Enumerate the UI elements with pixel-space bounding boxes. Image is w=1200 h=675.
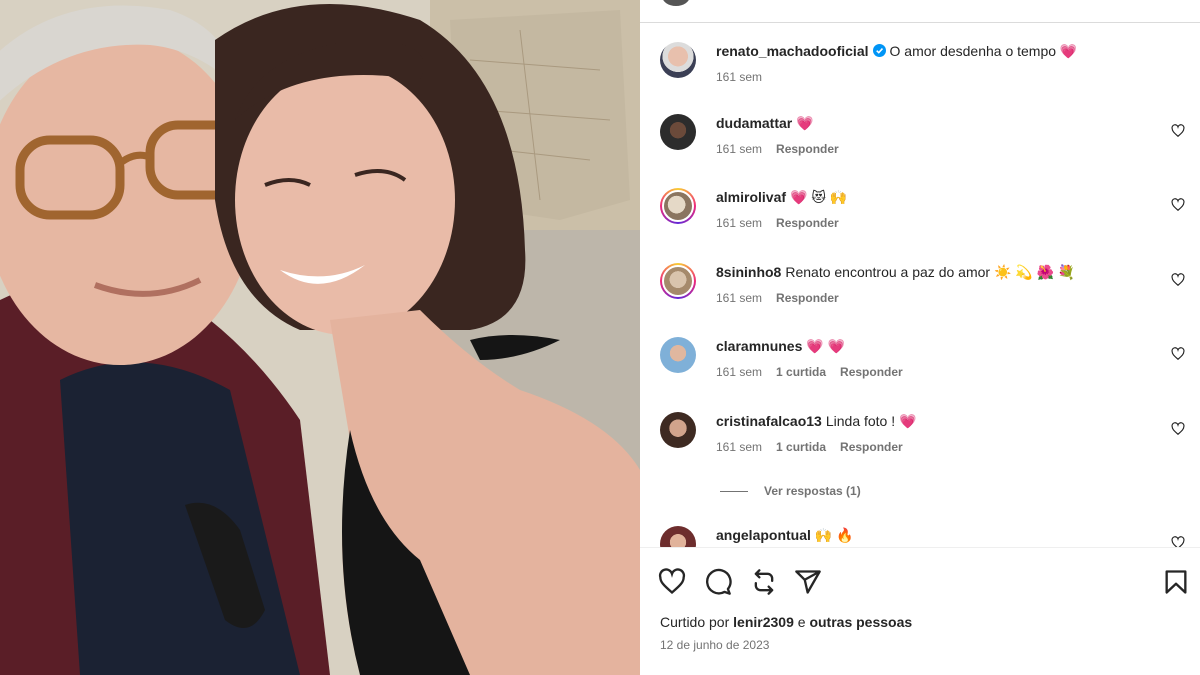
post-date[interactable]: 12 de junho de 2023 (660, 638, 769, 652)
post-side-panel: renato_machadooficial O amor desdenha o t… (640, 0, 1200, 675)
view-replies-label: Ver respostas (1) (764, 484, 861, 498)
caption-time: 161 sem (716, 70, 763, 84)
comment-likes-count[interactable]: 1 curtida (776, 440, 826, 454)
photo-illustration (0, 0, 640, 675)
caption-text: O amor desdenha o tempo 💗 (889, 43, 1078, 59)
reply-button[interactable]: Responder (776, 142, 839, 156)
comment-text: Linda foto ! 💗 (825, 413, 917, 429)
comment-like-heart-icon[interactable] (1171, 536, 1185, 547)
view-replies-button[interactable]: Ver respostas (1) (720, 484, 861, 498)
repost-icon[interactable] (750, 568, 778, 596)
comment-avatar[interactable] (660, 114, 696, 150)
post-action-bar: Curtido por lenir2309 e outras pessoas 1… (640, 547, 1200, 675)
comment-like-heart-icon[interactable] (1171, 347, 1185, 361)
comment-username[interactable]: claramnunes (716, 338, 802, 354)
reply-button[interactable]: Responder (840, 365, 903, 379)
comment-avatar[interactable] (660, 337, 696, 373)
comment-username[interactable]: 8sininho8 (716, 264, 781, 280)
comment-avatar[interactable] (660, 188, 696, 224)
liked-by-others[interactable]: outras pessoas (809, 614, 912, 630)
post-photo[interactable] (0, 0, 640, 675)
comment-time[interactable]: 161 sem (716, 216, 762, 230)
liked-by-joiner: e (797, 614, 806, 630)
reply-button[interactable]: Responder (840, 440, 903, 454)
comment-text: Renato encontrou a paz do amor ☀️ 💫 🌺 💐 (785, 264, 1076, 280)
comment-time[interactable]: 161 sem (716, 440, 762, 454)
comment-time[interactable]: 161 sem (716, 142, 762, 156)
comment-like-heart-icon[interactable] (1171, 422, 1185, 436)
comment-time[interactable]: 161 sem (716, 291, 762, 305)
comment-text: 💗 💗 (806, 338, 846, 354)
comment-avatar[interactable] (660, 263, 696, 299)
verified-badge-icon (872, 44, 886, 57)
bookmark-icon[interactable] (1162, 568, 1190, 596)
reply-button[interactable]: Responder (776, 216, 839, 230)
comment-username[interactable]: cristinafalcao13 (716, 413, 822, 429)
liked-by-prefix: Curtido por (660, 614, 730, 630)
comment-text: 💗 😻 🙌 (790, 189, 848, 205)
comment-like-heart-icon[interactable] (1171, 273, 1185, 287)
comment-time[interactable]: 161 sem (716, 365, 762, 379)
comments-list[interactable]: renato_machadooficial O amor desdenha o t… (640, 23, 1200, 547)
comment-like-heart-icon[interactable] (1171, 124, 1185, 138)
reply-button[interactable]: Responder (776, 291, 839, 305)
author-avatar[interactable] (660, 42, 696, 78)
replies-dash (720, 491, 748, 493)
liked-by-line: Curtido por lenir2309 e outras pessoas (660, 614, 912, 630)
comment-icon[interactable] (704, 568, 732, 596)
comment-likes-count[interactable]: 1 curtida (776, 365, 826, 379)
comment-text: 💗 (796, 115, 814, 131)
header-avatar[interactable] (660, 0, 692, 8)
comment-username[interactable]: almirolivaf (716, 189, 786, 205)
comment-avatar[interactable] (660, 412, 696, 448)
heart-icon[interactable] (658, 568, 686, 596)
comment-username[interactable]: dudamattar (716, 115, 792, 131)
comment-text: 🙌 🔥 (814, 527, 854, 543)
comment-like-heart-icon[interactable] (1171, 198, 1185, 212)
caption-username[interactable]: renato_machadooficial (716, 43, 869, 59)
comment-username[interactable]: angelapontual (716, 527, 811, 543)
share-icon[interactable] (794, 568, 822, 596)
liked-by-user[interactable]: lenir2309 (733, 614, 794, 630)
comment-avatar[interactable] (660, 526, 696, 547)
